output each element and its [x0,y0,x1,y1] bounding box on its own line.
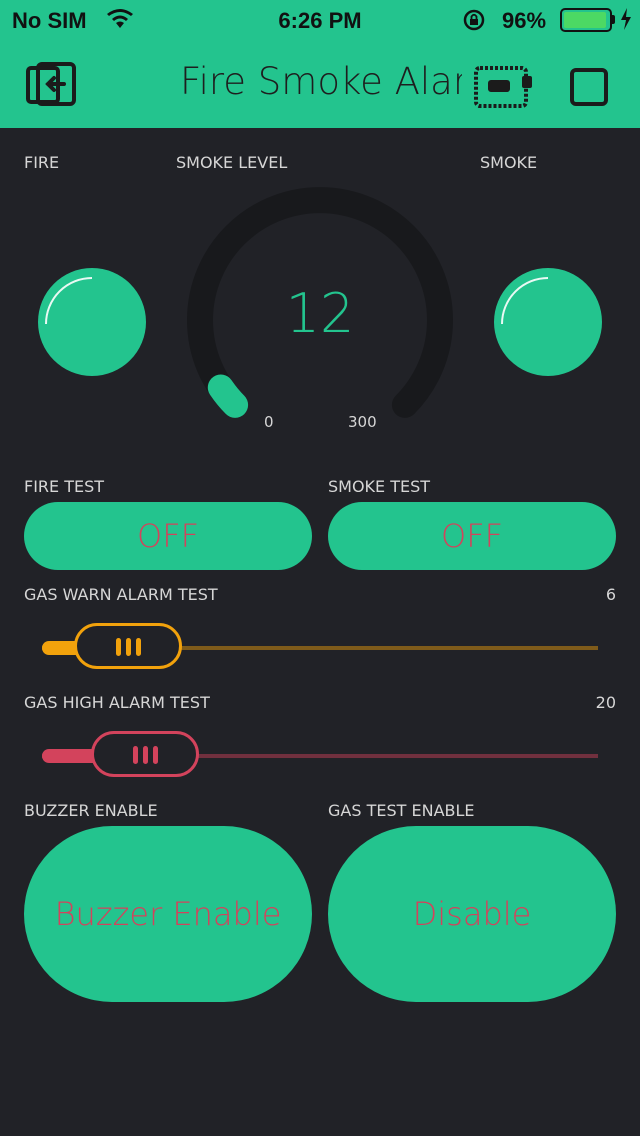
slider-thumb[interactable] [74,623,182,669]
buzzer-enable-label: BUZZER ENABLE [24,801,158,820]
fire-led-label: FIRE [24,153,60,172]
gas-test-enable-button[interactable]: Disable [328,826,616,1002]
header: No SIM 6:26 PM 96% Fire Smoke Alar [0,0,640,128]
grip-line [136,638,141,656]
led-highlight [45,277,93,325]
gas-warn-value: 6 [605,585,616,604]
grip-line [143,746,148,764]
battery-tip [612,15,615,24]
fire-test-label: FIRE TEST [24,477,105,496]
battery-icon [560,8,612,32]
smoke-test-button[interactable]: OFF [328,502,616,570]
gas-warn-slider[interactable] [42,623,598,673]
gas-test-enable-label: GAS TEST ENABLE [328,801,475,820]
exit-icon[interactable] [24,62,80,108]
fire-test-button[interactable]: OFF [24,502,312,570]
led-highlight [501,277,549,325]
device-board-icon[interactable] [474,66,534,108]
smoke-led [494,268,602,376]
gas-high-value: 20 [595,693,616,712]
gas-warn-label: GAS WARN ALARM TEST [24,585,218,604]
grip-line [126,638,131,656]
rotation-lock-icon [462,8,488,38]
nav-bar: Fire Smoke Alarm [0,40,640,128]
battery-percent: 96% [502,8,547,33]
grip-line [133,746,138,764]
smoke-led-label: SMOKE [480,153,538,172]
slider-thumb[interactable] [91,731,199,777]
page-title: Fire Smoke Alarm [180,60,462,103]
buzzer-enable-button[interactable]: Buzzer Enable [24,826,312,1002]
gauge-max-label: 300 [348,413,377,431]
grip-line [116,638,121,656]
gauge-value: 12 [285,282,355,345]
stop-icon[interactable] [570,68,608,106]
smoke-level-label: SMOKE LEVEL [176,153,288,172]
gauge-min-label: 0 [264,413,274,431]
fire-led [38,268,146,376]
smoke-test-label: SMOKE TEST [328,477,431,496]
status-bar: No SIM 6:26 PM 96% [0,0,640,40]
gas-high-label: GAS HIGH ALARM TEST [24,693,210,712]
gauge-fill [207,374,249,418]
charging-icon [620,8,632,36]
grip-line [153,746,158,764]
gas-high-slider[interactable] [42,731,598,781]
